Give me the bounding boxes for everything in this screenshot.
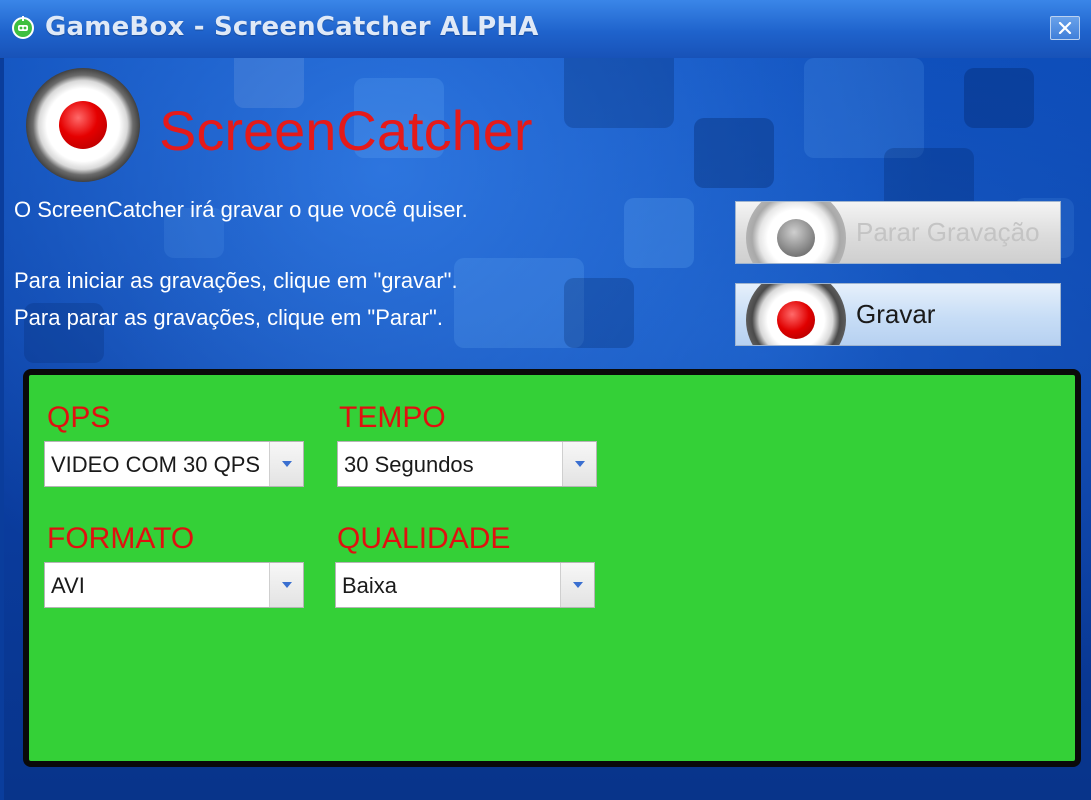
record-icon xyxy=(746,284,846,345)
qualidade-label: QUALIDADE xyxy=(337,522,511,555)
record-button[interactable]: Gravar xyxy=(735,283,1061,346)
record-label: Gravar xyxy=(856,299,936,329)
dropdown-arrow-icon[interactable] xyxy=(560,563,594,607)
dropdown-arrow-icon[interactable] xyxy=(562,442,596,486)
window-title: GameBox - ScreenCatcher ALPHA xyxy=(45,12,539,42)
formato-value: AVI xyxy=(51,573,85,598)
settings-panel: QPS VIDEO COM 30 QPS TEMPO 30 Segundos F… xyxy=(23,369,1081,767)
record-logo-icon xyxy=(26,68,140,182)
dropdown-arrow-icon[interactable] xyxy=(269,442,303,486)
stop-icon xyxy=(746,202,846,263)
tempo-label: TEMPO xyxy=(339,401,446,434)
title-bar: GameBox - ScreenCatcher ALPHA xyxy=(0,0,1091,59)
instruction-stop-text: Para parar as gravações, clique em "Para… xyxy=(14,305,443,330)
tempo-value: 30 Segundos xyxy=(344,452,474,477)
close-icon xyxy=(1058,19,1072,38)
dropdown-arrow-icon[interactable] xyxy=(269,563,303,607)
app-icon xyxy=(10,14,36,40)
app-logo-text: ScreenCatcher xyxy=(159,99,533,162)
qps-dropdown[interactable]: VIDEO COM 30 QPS xyxy=(44,441,304,487)
stop-recording-label: Parar Gravação xyxy=(856,217,1040,247)
qualidade-dropdown[interactable]: Baixa xyxy=(335,562,595,608)
qps-value: VIDEO COM 30 QPS xyxy=(51,452,261,477)
stop-recording-button[interactable]: Parar Gravação xyxy=(735,201,1061,264)
formato-dropdown[interactable]: AVI xyxy=(44,562,304,608)
intro-text: O ScreenCatcher irá gravar o que você qu… xyxy=(14,197,468,222)
main-area: ScreenCatcher O ScreenCatcher irá gravar… xyxy=(4,58,1091,800)
tempo-dropdown[interactable]: 30 Segundos xyxy=(337,441,597,487)
formato-label: FORMATO xyxy=(47,522,195,555)
instruction-start-text: Para iniciar as gravações, clique em "gr… xyxy=(14,268,458,293)
qualidade-value: Baixa xyxy=(342,573,398,598)
qps-label: QPS xyxy=(47,401,111,434)
close-button[interactable] xyxy=(1050,16,1080,40)
